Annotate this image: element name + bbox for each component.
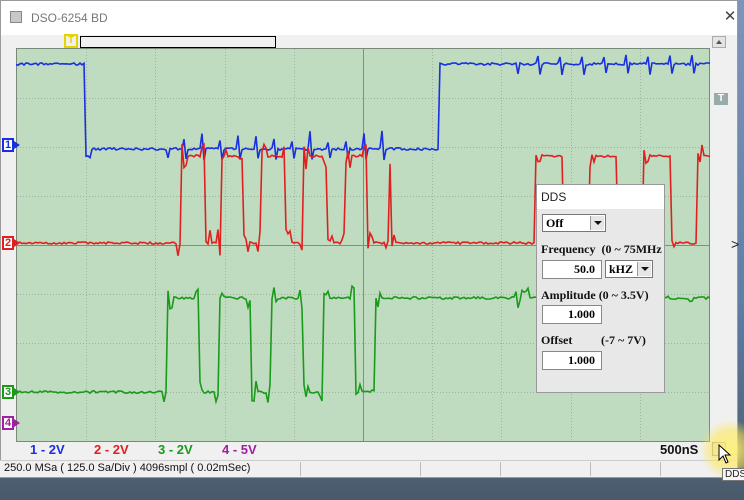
channel-4-arrow-icon [14,419,20,427]
chevron-down-icon [637,262,651,276]
memory-position-bar[interactable] [80,36,276,48]
amplitude-label: Amplitude (0 ~ 3.5V) [541,288,649,302]
amplitude-input[interactable]: 1.000 [542,305,602,324]
channel-1-trace [16,54,710,161]
offset-input[interactable]: 1.000 [542,351,602,370]
scroll-up-button[interactable] [712,36,726,48]
frequency-range: (0 ~ 75MHz [601,242,662,256]
frequency-unit-select[interactable]: kHZ [605,260,653,278]
app-icon [10,11,22,23]
offset-range: (-7 ~ 7V) [601,333,646,347]
status-divider [590,462,591,476]
title-bar: DSO-6254 BD ✕ [1,1,737,35]
dds-tooltip: DDS [722,468,744,481]
timebase-readout: 500nS [660,442,699,457]
channel-2-scale: 2 - 2V [94,442,129,457]
acquisition-status: 250.0 MSa ( 125.0 Sa/Div ) 4096smpl ( 0.… [4,462,251,474]
dds-title-bar: DDS [537,185,664,209]
channel-2-marker[interactable]: 2 [2,236,14,250]
status-bar: 250.0 MSa ( 125.0 Sa/Div ) 4096smpl ( 0.… [0,460,736,477]
status-divider [300,462,301,476]
amplitude-range: (0 ~ 3.5V) [598,288,649,302]
channel-1-marker[interactable]: 1 [2,138,14,152]
channel-4-scale: 4 - 5V [222,442,257,457]
status-divider [500,462,501,476]
channel-3-scale: 3 - 2V [158,442,193,457]
channel-1-arrow-icon [14,141,20,149]
window-title: DSO-6254 BD [31,11,108,25]
trigger-position-marker[interactable]: T [64,34,78,48]
close-button[interactable]: ✕ [722,8,738,26]
expand-panel-button[interactable]: > [731,236,739,252]
dds-mode-select[interactable]: Off [542,214,606,232]
channel-3-marker[interactable]: 3 [2,385,14,399]
status-divider [420,462,421,476]
channel-2-arrow-icon [14,239,20,247]
dds-title: DDS [541,190,567,204]
dds-panel: DDS Off Frequency (0 ~ 75MHz 50.0 kHZ Am… [536,184,665,393]
channel-3-arrow-icon [14,388,20,396]
chevron-down-icon [590,216,604,230]
dds-mode-value: Off [546,216,564,230]
trigger-level-marker[interactable]: T [714,93,728,105]
status-divider [660,462,661,476]
frequency-input[interactable]: 50.0 [542,260,602,279]
frequency-unit-value: kHZ [609,262,634,276]
mouse-cursor-icon [718,444,732,464]
channel-4-marker[interactable]: 4 [2,416,14,430]
frequency-label: Frequency (0 ~ 75MHz [541,242,662,256]
channel-1-scale: 1 - 2V [30,442,65,457]
offset-label: Offset (-7 ~ 7V) [541,333,646,347]
